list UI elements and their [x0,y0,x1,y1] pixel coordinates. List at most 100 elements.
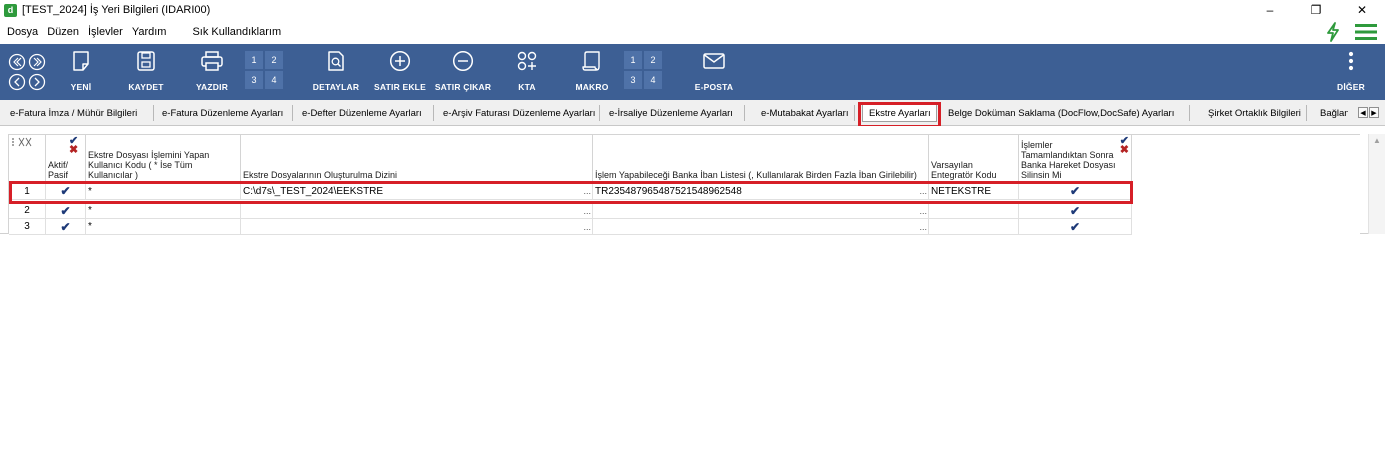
tab-eirsaliye-duzenleme[interactable]: e-İrsaliye Düzenleme Ayarları [603,105,745,121]
main-toolbar: YENİ KAYDET YAZDIR 1 2 3 4 DETAYLAR SATI… [0,44,1385,100]
aktif-pasif-header[interactable]: Aktif/ Pasif ✔ ✖ [46,135,86,183]
tab-scroll-arrows: ◀ ▶ [1358,107,1379,118]
page-option-1[interactable]: 1 [245,51,263,69]
entegrator-kodu-cell[interactable] [929,203,1019,219]
more-button-label: DİĞER [1337,82,1365,92]
kullanici-kodu-cell[interactable]: * [86,219,241,235]
add-row-button[interactable]: SATIR EKLE [372,44,428,100]
browse-ellipsis-button[interactable]: ... [583,206,591,216]
browse-ellipsis-button[interactable]: ... [919,222,927,232]
active-tab-highlight [858,102,941,128]
iban-cell[interactable]: ... [593,203,929,219]
menu-islevler[interactable]: İşlevler [88,26,123,38]
entegrator-kodu-cell[interactable] [929,219,1019,235]
minus-circle-icon [452,50,474,72]
page-option-4[interactable]: 4 [265,71,283,89]
remove-row-button[interactable]: SATIR ÇIKAR [434,44,492,100]
browse-ellipsis-button[interactable]: ... [583,222,591,232]
select-toggle-icons[interactable]: ✔ ✖ [1120,136,1129,156]
dizin-header-text: Ekstre Dosyalarının Oluşturulma Dizini [243,170,398,180]
tab-scroll-right-icon[interactable]: ▶ [1369,107,1379,118]
tab-efatura-imza[interactable]: e-Fatura İmza / Mühür Bilgileri [4,105,154,121]
last-record-icon[interactable] [28,53,46,71]
new-button[interactable]: YENİ [63,44,99,100]
window-title: [TEST_2024] İş Yeri Bilgileri (IDARI00) [22,4,211,16]
tab-baglanti[interactable]: Bağlantı [1314,105,1348,121]
aktif-checkbox[interactable]: ✔ [46,219,86,235]
restore-button[interactable]: ❐ [1293,0,1339,20]
uncheck-all-icon[interactable]: ✖ [69,144,78,156]
save-button[interactable]: KAYDET [125,44,167,100]
kullanici-kodu-header-text: Ekstre Dosyası İşlemini Yapan Kullanıcı … [88,150,210,180]
menu-right-tools [1325,22,1377,42]
tab-efatura-duzenleme[interactable]: e-Fatura Düzenleme Ayarları [156,105,293,121]
page-option-2[interactable]: 2 [644,51,662,69]
column-chooser-icon[interactable] [11,137,33,147]
page-option-3[interactable]: 3 [624,71,642,89]
kta-button[interactable]: KTA [512,44,542,100]
tab-emutabakat[interactable]: e-Mutabakat Ayarları [755,105,855,121]
details-button[interactable]: DETAYLAR [308,44,364,100]
scroll-icon [582,51,600,71]
page-option-1[interactable]: 1 [624,51,642,69]
row-number-header [9,135,46,183]
previous-record-icon[interactable] [8,73,26,91]
silinsin-checkbox[interactable]: ✔ [1019,219,1132,235]
tab-earsiv-duzenleme[interactable]: e-Arşiv Faturası Düzenleme Ayarları [437,105,600,121]
envelope-icon [703,53,725,69]
next-record-icon[interactable] [28,73,46,91]
menu-duzen[interactable]: Düzen [47,26,79,38]
kullanici-kodu-cell[interactable]: * [86,203,241,219]
iban-listesi-header[interactable]: İşlem Yapabileceği Banka İban Listesi (,… [593,135,929,183]
tab-sirket-ortaklik[interactable]: Şirket Ortaklık Bilgileri [1202,105,1307,121]
iban-cell[interactable]: ... [593,219,929,235]
print-button[interactable]: YAZDIR [190,44,234,100]
select-toggle-icons[interactable]: ✔ ✖ [69,136,78,156]
macro-button[interactable]: MAKRO [570,44,614,100]
menu-dosya[interactable]: Dosya [7,26,38,38]
page-option-4[interactable]: 4 [644,71,662,89]
minimize-button[interactable]: – [1247,0,1293,20]
add-row-button-label: SATIR EKLE [374,82,426,92]
row-number[interactable]: 3 [9,219,46,235]
tab-belge-dokuman-saklama[interactable]: Belge Doküman Saklama (DocFlow,DocSafe) … [942,105,1190,121]
more-vertical-icon [1348,51,1354,71]
details-button-label: DETAYLAR [312,82,360,92]
vertical-scrollbar[interactable]: ▲ [1368,134,1385,234]
hamburger-menu-icon[interactable] [1355,23,1377,41]
dizin-header[interactable]: Ekstre Dosyalarının Oluşturulma Dizini [241,135,593,183]
scroll-up-icon[interactable]: ▲ [1373,136,1381,145]
email-button[interactable]: E-POSTA [692,44,736,100]
entegrator-kodu-header[interactable]: Varsayılan Entegratör Kodu [929,135,1019,183]
tab-edefter-duzenleme[interactable]: e-Defter Düzenleme Ayarları [296,105,434,121]
dosya-silinsin-header[interactable]: İşlemler Tamamlandıktan Sonra Banka Hare… [1019,135,1132,183]
tab-scroll-left-icon[interactable]: ◀ [1358,107,1368,118]
menu-bar: Dosya Düzen İşlevler Yardım Sık Kullandı… [0,20,1385,44]
iban-listesi-header-text: İşlem Yapabileceği Banka İban Listesi (,… [595,170,917,180]
more-button[interactable]: DİĞER [1335,44,1367,100]
browse-ellipsis-button[interactable]: ... [919,206,927,216]
dizin-cell[interactable]: ... [241,203,593,219]
page-option-2[interactable]: 2 [265,51,283,69]
menu-favorites[interactable]: Sık Kullandıklarım [192,26,281,38]
email-button-label: E-POSTA [694,82,734,92]
remove-row-button-label: SATIR ÇIKAR [434,82,492,92]
uncheck-all-icon[interactable]: ✖ [1120,144,1129,156]
ekstre-settings-grid: Aktif/ Pasif ✔ ✖ Ekstre Dosyası İşlemini … [0,126,1385,235]
dizin-cell[interactable]: ... [241,219,593,235]
row-number[interactable]: 2 [9,203,46,219]
kullanici-kodu-header[interactable]: Ekstre Dosyası İşlemini Yapan Kullanıcı … [86,135,241,183]
dosya-silinsin-header-text: İşlemler Tamamlandıktan Sonra Banka Hare… [1021,140,1116,180]
aktif-checkbox[interactable]: ✔ [46,203,86,219]
window-controls: – ❐ ✕ [1247,0,1385,20]
page-option-3[interactable]: 3 [245,71,263,89]
silinsin-checkbox[interactable]: ✔ [1019,203,1132,219]
close-button[interactable]: ✕ [1339,0,1385,20]
print-button-label: YAZDIR [195,82,229,92]
plus-circle-icon [389,50,411,72]
first-record-icon[interactable] [8,53,26,71]
menu-yardim[interactable]: Yardım [132,26,167,38]
record-navigation [8,53,48,94]
lightning-icon[interactable] [1325,22,1341,42]
entegrator-kodu-header-text: Varsayılan Entegratör Kodu [931,160,997,180]
